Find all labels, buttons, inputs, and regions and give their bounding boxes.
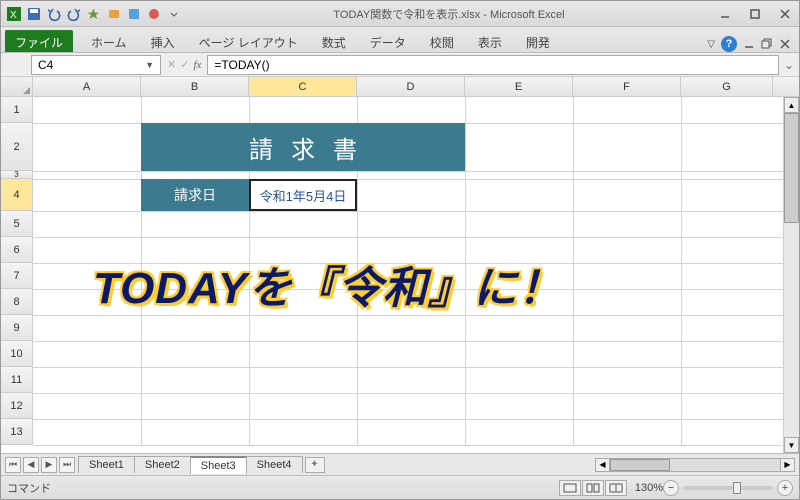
name-box[interactable]: C4 ▼	[31, 55, 161, 75]
tab-formulas[interactable]: 数式	[310, 30, 358, 52]
formula-value: =TODAY()	[214, 58, 269, 72]
tab-review[interactable]: 校閲	[418, 30, 466, 52]
row-header[interactable]: 6	[1, 237, 33, 263]
scroll-up-icon[interactable]: ▲	[784, 97, 799, 113]
row-header[interactable]: 5	[1, 211, 33, 237]
view-page-break-icon[interactable]	[605, 480, 627, 496]
horizontal-scrollbar[interactable]: ◀ ▶	[595, 458, 795, 472]
invoice-date-value-cell[interactable]: 令和1年5月4日	[249, 179, 357, 211]
row-header[interactable]: 1	[1, 97, 33, 123]
formula-expand-icon[interactable]: ⌄	[779, 58, 799, 72]
fx-icon[interactable]: fx	[193, 59, 201, 71]
formula-bar: C4 ▼ ✕ ✓ fx =TODAY() ⌄	[1, 53, 799, 77]
quick-access-toolbar: X	[5, 5, 183, 23]
sheet-tab[interactable]: Sheet4	[246, 456, 303, 473]
scroll-down-icon[interactable]: ▼	[784, 437, 799, 453]
row-header[interactable]: 8	[1, 289, 33, 315]
row-header[interactable]: 7	[1, 263, 33, 289]
row-headers: 1 2 3 4 5 6 7 8 9 10 11 12 13	[1, 97, 33, 445]
sheet-tab[interactable]: Sheet2	[134, 456, 191, 473]
row-header[interactable]: 9	[1, 315, 33, 341]
vertical-scrollbar[interactable]: ▲ ▼	[783, 97, 799, 453]
row-header[interactable]: 3	[1, 171, 33, 179]
sheet-nav-last-icon[interactable]: ⏭	[59, 457, 75, 473]
scroll-left-icon[interactable]: ◀	[596, 459, 610, 471]
workbook-close-icon[interactable]	[779, 38, 791, 50]
overlay-caption: TODAYを『令和』に！	[93, 252, 563, 316]
ribbon-tabs: ファイル ホーム 挿入 ページ レイアウト 数式 データ 校閲 表示 開発 ▽ …	[1, 27, 799, 53]
cancel-formula-icon[interactable]: ✕	[167, 58, 176, 71]
tab-insert[interactable]: 挿入	[139, 30, 187, 52]
sheet-tab-bar: ⏮ ◀ ▶ ⏭ Sheet1 Sheet2 Sheet3 Sheet4 ✦ ◀ …	[1, 453, 799, 475]
zoom-in-icon[interactable]: +	[777, 480, 793, 496]
tab-home[interactable]: ホーム	[79, 30, 139, 52]
title-bar: X TODAY関数で令和を表示.xlsx - Microsoft Excel	[1, 1, 799, 27]
row-header[interactable]: 10	[1, 341, 33, 367]
select-all-button[interactable]	[1, 77, 33, 96]
column-header[interactable]: F	[573, 77, 681, 96]
ribbon-minimize-icon[interactable]: ▽	[707, 39, 715, 50]
cells-area[interactable]: 請求書 請求日 令和1年5月4日 TODAYを『令和』に！	[33, 97, 799, 445]
scroll-thumb[interactable]	[610, 459, 670, 471]
qat-icon-3[interactable]	[125, 5, 143, 23]
view-normal-icon[interactable]	[559, 480, 581, 496]
scroll-right-icon[interactable]: ▶	[780, 459, 794, 471]
row-header[interactable]: 2	[1, 123, 33, 171]
workbook-restore-icon[interactable]	[761, 38, 773, 50]
column-header[interactable]: C	[249, 77, 357, 96]
name-box-dropdown-icon[interactable]: ▼	[145, 60, 154, 70]
name-box-value: C4	[38, 58, 53, 72]
excel-icon: X	[5, 5, 23, 23]
formula-input[interactable]: =TODAY()	[207, 55, 779, 75]
row-header[interactable]: 13	[1, 419, 33, 445]
tab-data[interactable]: データ	[358, 30, 418, 52]
zoom-slider[interactable]	[683, 486, 773, 490]
new-sheet-icon[interactable]: ✦	[305, 457, 325, 473]
close-button[interactable]	[775, 7, 795, 21]
help-icon[interactable]: ?	[721, 36, 737, 52]
qat-icon-1[interactable]	[85, 5, 103, 23]
status-bar: コマンド 130% − +	[1, 475, 799, 499]
workbook-minimize-icon[interactable]	[743, 38, 755, 50]
invoice-date-label-cell[interactable]: 請求日	[141, 179, 249, 211]
maximize-button[interactable]	[745, 7, 765, 21]
column-header[interactable]: G	[681, 77, 773, 96]
minimize-button[interactable]	[715, 7, 735, 21]
sheet-nav-first-icon[interactable]: ⏮	[5, 457, 21, 473]
sheet-tab[interactable]: Sheet3	[190, 456, 247, 474]
row-header[interactable]: 12	[1, 393, 33, 419]
sheet-nav-prev-icon[interactable]: ◀	[23, 457, 39, 473]
window-title: TODAY関数で令和を表示.xlsx - Microsoft Excel	[183, 6, 715, 22]
column-headers: A B C D E F G	[1, 77, 799, 97]
window-buttons	[715, 7, 795, 21]
undo-icon[interactable]	[45, 5, 63, 23]
tab-page-layout[interactable]: ページ レイアウト	[187, 30, 310, 52]
file-tab[interactable]: ファイル	[5, 30, 73, 52]
qat-icon-2[interactable]	[105, 5, 123, 23]
zoom-out-icon[interactable]: −	[663, 480, 679, 496]
row-header[interactable]: 4	[1, 179, 33, 211]
zoom-level[interactable]: 130%	[635, 482, 663, 494]
spreadsheet-grid: A B C D E F G 1 2 3 4 5 6 7 8 9 10 11 12…	[1, 77, 799, 453]
status-mode: コマンド	[7, 480, 51, 496]
sheet-tab[interactable]: Sheet1	[78, 456, 135, 473]
column-header[interactable]: B	[141, 77, 249, 96]
svg-text:X: X	[10, 10, 17, 21]
invoice-header-cell[interactable]: 請求書	[141, 123, 465, 171]
sheet-nav-next-icon[interactable]: ▶	[41, 457, 57, 473]
qat-icon-4[interactable]	[145, 5, 163, 23]
column-header[interactable]: A	[33, 77, 141, 96]
redo-icon[interactable]	[65, 5, 83, 23]
enter-formula-icon[interactable]: ✓	[180, 58, 189, 71]
view-page-layout-icon[interactable]	[582, 480, 604, 496]
qat-dropdown-icon[interactable]	[165, 5, 183, 23]
row-header[interactable]: 11	[1, 367, 33, 393]
save-icon[interactable]	[25, 5, 43, 23]
column-header[interactable]: E	[465, 77, 573, 96]
column-header[interactable]: D	[357, 77, 465, 96]
tab-developer[interactable]: 開発	[514, 30, 562, 52]
scroll-thumb[interactable]	[784, 113, 799, 223]
tab-view[interactable]: 表示	[466, 30, 514, 52]
